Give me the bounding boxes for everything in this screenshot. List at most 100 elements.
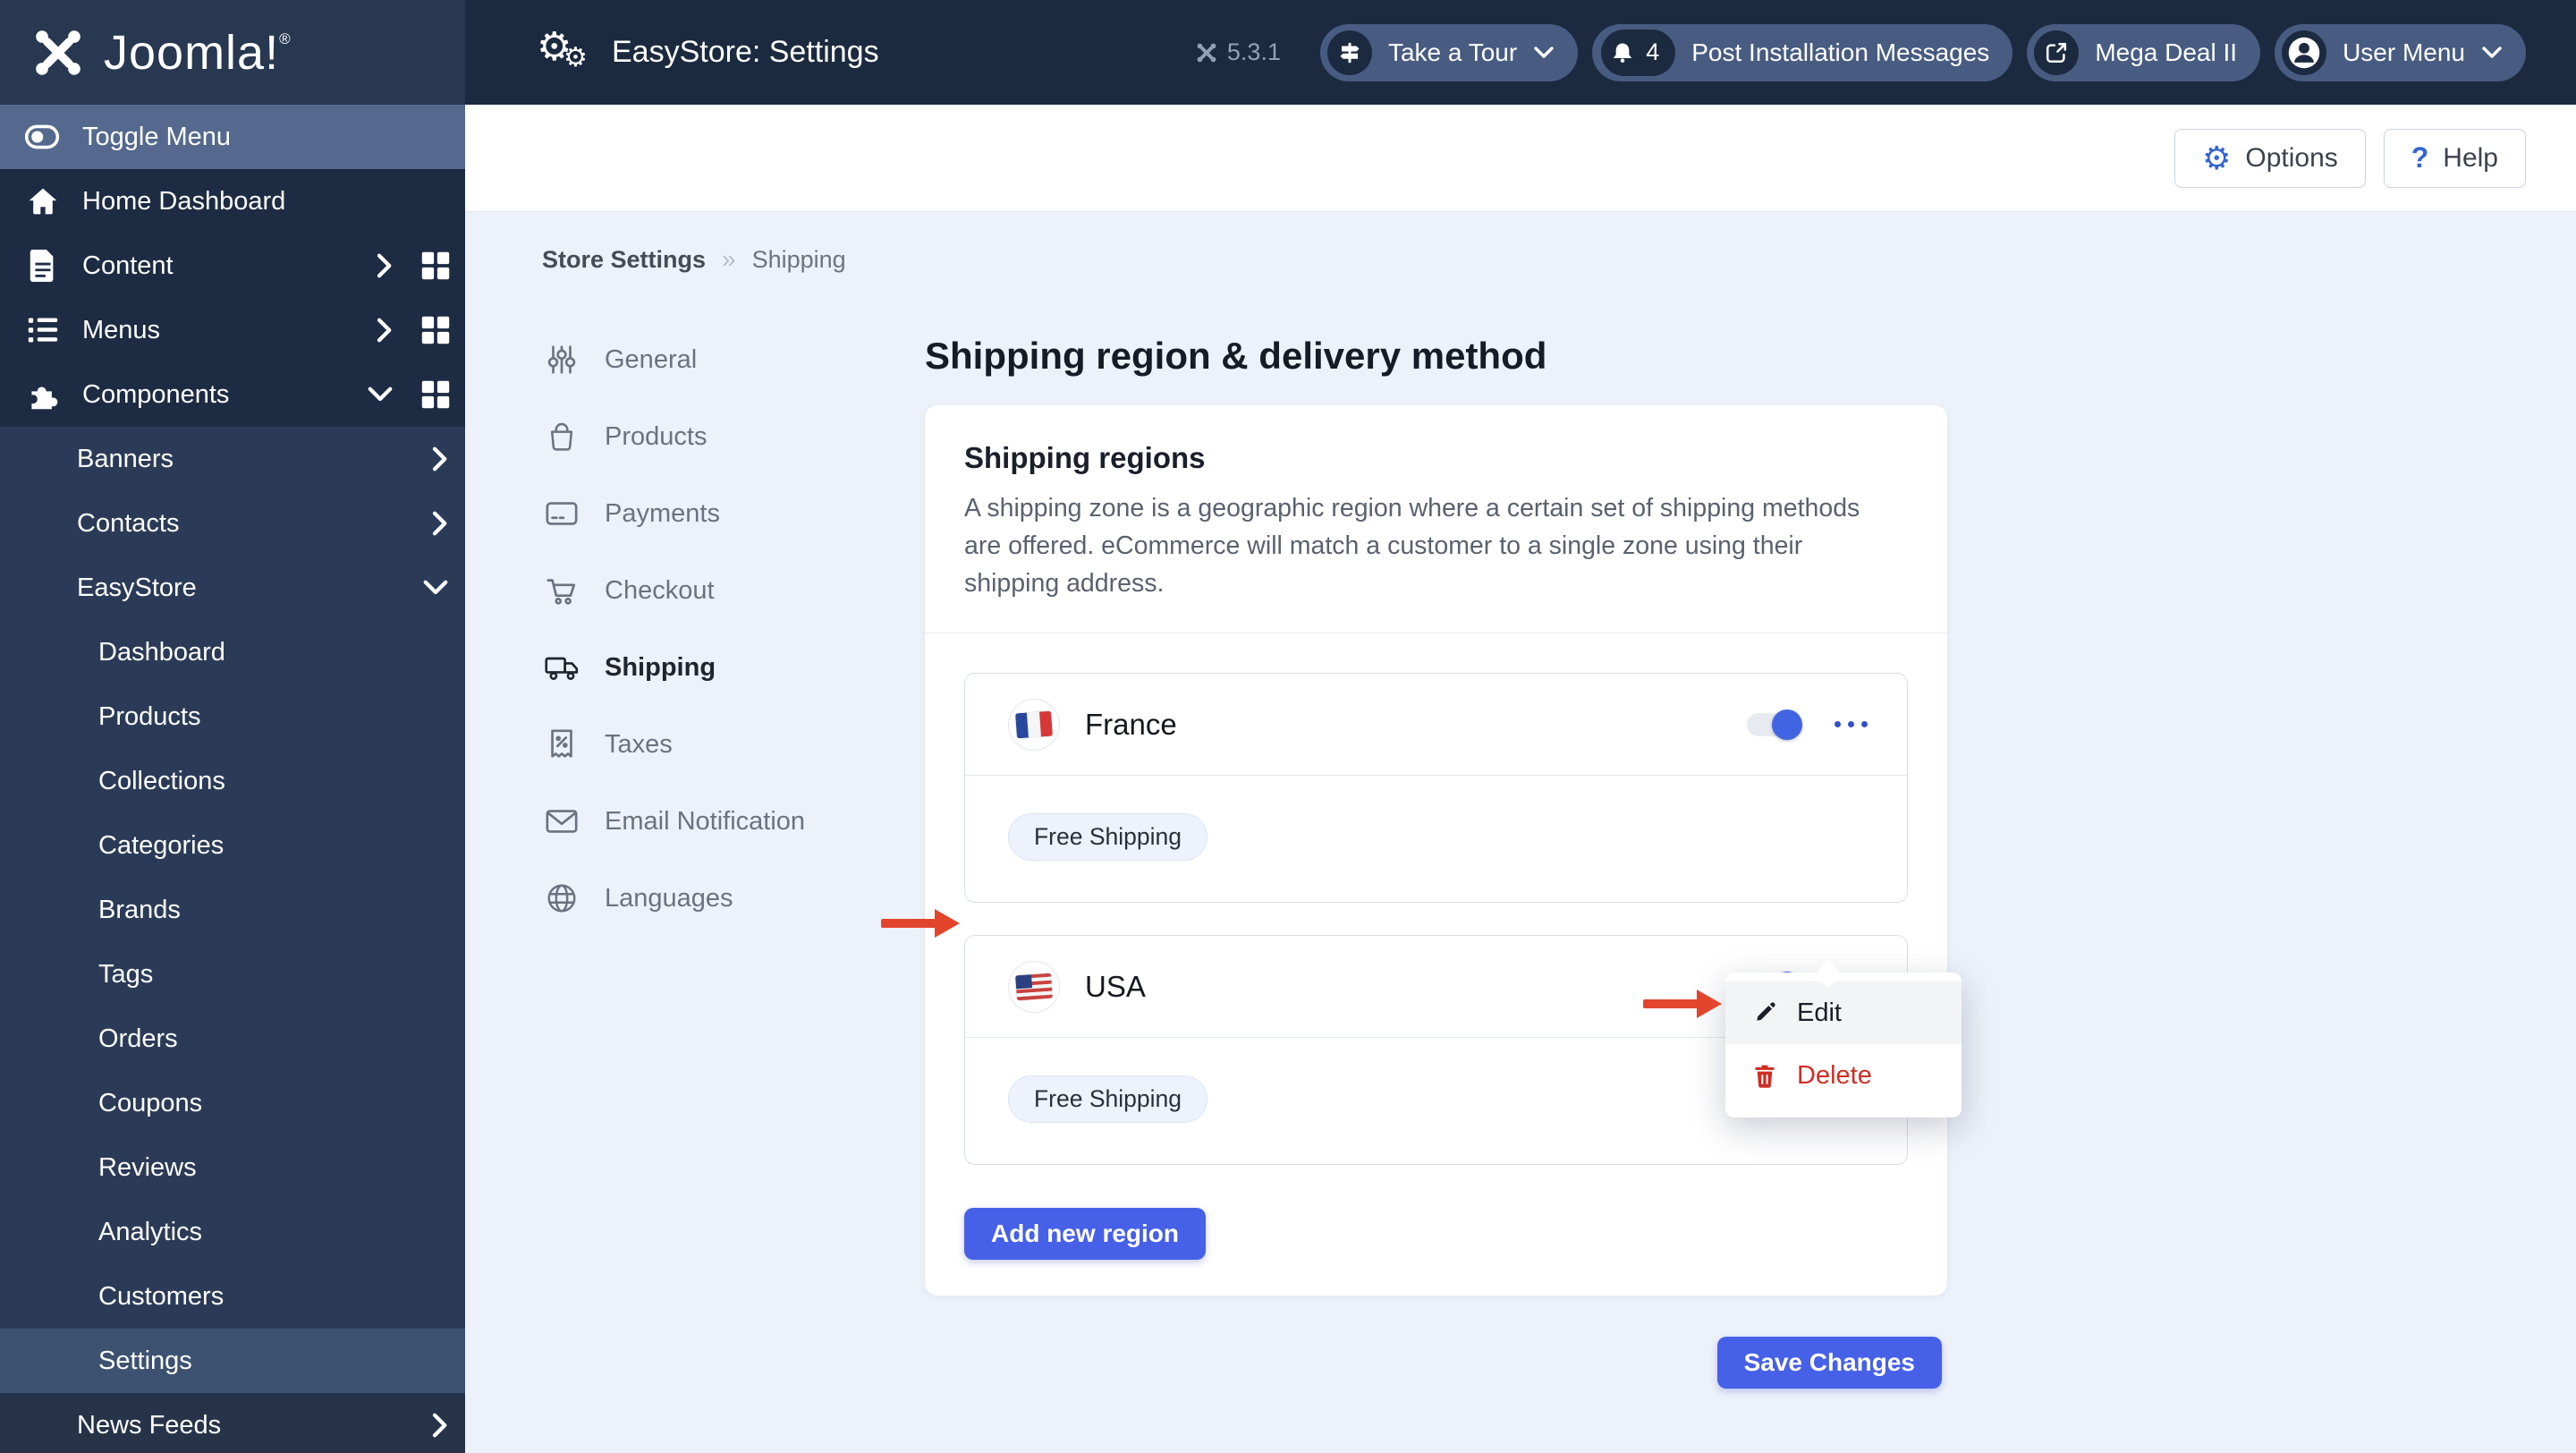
toggle-menu-button[interactable]: Toggle Menu bbox=[0, 105, 465, 169]
settings-tab-shipping[interactable]: Shipping bbox=[542, 629, 925, 706]
joomla-logo-block[interactable]: Joomla!® bbox=[0, 0, 465, 105]
sidebar-item-easystore-dashboard[interactable]: Dashboard bbox=[0, 620, 465, 684]
context-menu-edit[interactable]: Edit bbox=[1725, 981, 1962, 1044]
help-label: Help bbox=[2443, 142, 2498, 173]
add-new-region-button[interactable]: Add new region bbox=[964, 1208, 1206, 1260]
sidebar-item-menus[interactable]: Menus bbox=[0, 298, 465, 362]
sidebar-item-components[interactable]: Components bbox=[0, 362, 465, 427]
chevron-down-icon bbox=[423, 580, 448, 595]
grid-icon[interactable] bbox=[419, 313, 453, 347]
mega-deal-label: Mega Deal II bbox=[2095, 38, 2238, 66]
sidebar-item-contacts[interactable]: Contacts bbox=[0, 491, 465, 556]
grid-icon[interactable] bbox=[419, 249, 453, 283]
settings-tab-email-notification[interactable]: Email Notification bbox=[542, 783, 925, 860]
take-a-tour-button[interactable]: Take a Tour bbox=[1319, 23, 1579, 81]
breadcrumb-root[interactable]: Store Settings bbox=[542, 246, 706, 274]
region-actions-menu-button[interactable] bbox=[1831, 712, 1871, 736]
breadcrumb-separator: » bbox=[722, 245, 736, 273]
shipping-regions-card: Shipping regions A shipping zone is a ge… bbox=[925, 405, 1947, 1296]
pencil-icon bbox=[1757, 1002, 1775, 1021]
region-enabled-toggle[interactable] bbox=[1747, 709, 1802, 740]
chevron-down-icon[interactable] bbox=[367, 385, 394, 404]
title-bar: ⚙ ⚙ EasyStore: Settings 5.3.1 Take a Tou… bbox=[465, 0, 2576, 105]
notification-count-badge: 4 bbox=[1646, 38, 1660, 65]
edit-label: Edit bbox=[1797, 998, 1842, 1027]
shipping-settings-panel: Shipping region & delivery method Shippi… bbox=[925, 321, 1947, 1389]
sidebar-item-content[interactable]: Content bbox=[0, 234, 465, 298]
sidebar-item-home-dashboard[interactable]: Home Dashboard bbox=[0, 169, 465, 234]
admin-sidebar: Toggle Menu Home Dashboard Content Menus… bbox=[0, 105, 465, 1453]
sidebar-item-easystore-reviews[interactable]: Reviews bbox=[0, 1135, 465, 1200]
joomla-version: 5.3.1 bbox=[1195, 38, 1281, 66]
receipt-icon bbox=[542, 727, 581, 761]
sliders-icon bbox=[542, 343, 581, 377]
settings-content: Store Settings » Shipping General Produc… bbox=[465, 212, 2576, 1389]
settings-tab-taxes[interactable]: Taxes bbox=[542, 706, 925, 783]
settings-tab-languages[interactable]: Languages bbox=[542, 860, 925, 937]
envelope-icon bbox=[542, 807, 581, 836]
signpost-icon bbox=[1326, 30, 1372, 75]
list-icon bbox=[23, 315, 63, 345]
save-row: Save Changes bbox=[925, 1337, 1947, 1389]
sidebar-item-easystore-orders[interactable]: Orders bbox=[0, 1007, 465, 1071]
sidebar-item-easystore-brands[interactable]: Brands bbox=[0, 878, 465, 942]
chevron-right-icon[interactable] bbox=[374, 252, 394, 279]
breadcrumb: Store Settings » Shipping bbox=[542, 244, 2576, 275]
sidebar-item-easystore-coupons[interactable]: Coupons bbox=[0, 1071, 465, 1135]
sidebar-item-banners[interactable]: Banners bbox=[0, 427, 465, 491]
settings-tab-label: Taxes bbox=[605, 729, 673, 759]
settings-tab-label: Shipping bbox=[605, 652, 716, 682]
settings-tab-label: General bbox=[605, 344, 698, 374]
sidebar-item-easystore-analytics[interactable]: Analytics bbox=[0, 1200, 465, 1264]
sidebar-item-easystore-customers[interactable]: Customers bbox=[0, 1264, 465, 1329]
sidebar-item-label: Content bbox=[82, 251, 174, 280]
puzzle-icon bbox=[23, 378, 63, 411]
settings-tab-checkout[interactable]: Checkout bbox=[542, 552, 925, 629]
sidebar-item-easystore[interactable]: EasyStore bbox=[0, 556, 465, 620]
sidebar-item-easystore-categories[interactable]: Categories bbox=[0, 813, 465, 878]
sidebar-item-news-feeds[interactable]: News Feeds bbox=[0, 1393, 465, 1453]
shipping-method-badge: Free Shipping bbox=[1008, 1075, 1208, 1123]
sidebar-item-label: Components bbox=[82, 379, 230, 409]
credit-card-icon bbox=[542, 498, 581, 529]
sidebar-item-easystore-products[interactable]: Products bbox=[0, 684, 465, 749]
cart-icon bbox=[542, 574, 581, 607]
save-changes-button[interactable]: Save Changes bbox=[1716, 1337, 1942, 1389]
chevron-right-icon[interactable] bbox=[374, 317, 394, 344]
options-button[interactable]: ⚙ Options bbox=[2174, 128, 2366, 188]
app-window: Joomla!® ⚙ ⚙ EasyStore: Settings 5.3.1 T… bbox=[0, 0, 2576, 1453]
context-menu-delete[interactable]: Delete bbox=[1725, 1044, 1962, 1107]
top-bar: Joomla!® ⚙ ⚙ EasyStore: Settings 5.3.1 T… bbox=[0, 0, 2576, 105]
chevron-down-icon bbox=[2482, 46, 2502, 58]
sidebar-item-label: Menus bbox=[82, 315, 161, 344]
post-installation-messages-button[interactable]: 4 Post Installation Messages bbox=[1592, 23, 2013, 81]
settings-tab-label: Languages bbox=[605, 883, 733, 913]
chevron-right-icon bbox=[432, 511, 447, 536]
france-flag-icon bbox=[1008, 698, 1060, 751]
truck-icon bbox=[542, 652, 581, 683]
settings-tab-payments[interactable]: Payments bbox=[542, 475, 925, 552]
region-name: France bbox=[1085, 707, 1177, 741]
bell-icon bbox=[1614, 43, 1632, 63]
topbar-controls: 5.3.1 Take a Tour 4 Post Installation Me… bbox=[1195, 23, 2526, 81]
settings-tab-label: Products bbox=[605, 421, 708, 451]
page-title: EasyStore: Settings bbox=[612, 35, 879, 69]
globe-icon bbox=[542, 881, 581, 915]
card-header: Shipping regions A shipping zone is a ge… bbox=[925, 405, 1947, 633]
sidebar-item-easystore-settings[interactable]: Settings bbox=[0, 1329, 465, 1393]
help-button[interactable]: ? Help bbox=[2383, 128, 2526, 188]
sidebar-item-easystore-tags[interactable]: Tags bbox=[0, 942, 465, 1007]
user-menu-button[interactable]: User Menu bbox=[2275, 23, 2526, 81]
card-body: France Free Shipping USA Free Shipping A… bbox=[925, 633, 1947, 1296]
settings-tab-general[interactable]: General bbox=[542, 321, 925, 398]
breadcrumb-current: Shipping bbox=[751, 245, 846, 273]
grid-icon[interactable] bbox=[419, 378, 453, 412]
sidebar-item-easystore-collections[interactable]: Collections bbox=[0, 749, 465, 813]
usa-flag-icon bbox=[1008, 960, 1060, 1013]
options-label: Options bbox=[2245, 142, 2338, 173]
mega-deal-button[interactable]: Mega Deal II bbox=[2027, 23, 2261, 81]
trash-icon bbox=[1755, 1065, 1775, 1088]
chevron-down-icon bbox=[1534, 46, 1554, 58]
card-description: A shipping zone is a geographic region w… bbox=[964, 494, 1860, 598]
settings-tab-products[interactable]: Products bbox=[542, 398, 925, 475]
